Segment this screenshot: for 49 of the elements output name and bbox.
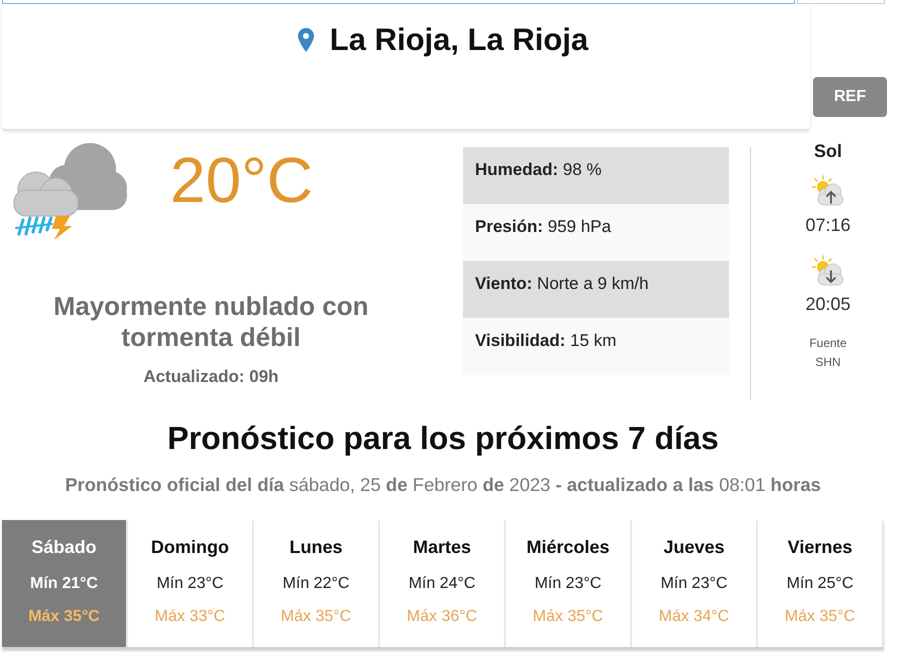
min-temperature: Mín 21°C [30,574,98,594]
day-tab[interactable]: Miércoles Mín 23°C Máx 35°C [506,520,632,647]
min-temperature: Mín 23°C [156,574,224,594]
day-name: Lunes [289,536,342,558]
day-tab[interactable]: Jueves Mín 23°C Máx 34°C [632,520,758,647]
max-temperature: Máx 35°C [532,607,604,627]
updated-text: Actualizado: 09h [143,367,279,387]
max-temperature: Máx 33°C [154,607,226,627]
source-label: Fuente [809,335,847,352]
condition-text: Mayormente nublado con tormenta débil [52,291,370,353]
location-title: La Rioja, La Rioja [330,21,588,59]
max-temperature: Máx 35°C [784,607,856,627]
day-tab[interactable]: Domingo Mín 23°C Máx 33°C [128,520,254,647]
search-field[interactable] [2,0,795,4]
day-name: Miércoles [526,536,610,558]
day-tab[interactable]: Lunes Mín 22°C Máx 35°C [254,520,380,647]
location-pin-icon [298,28,314,52]
max-temperature: Máx 35°C [28,607,100,627]
day-name: Domingo [151,536,229,558]
day-name: Viernes [788,536,852,558]
search-button[interactable] [797,0,885,4]
forecast-subtitle: Pronóstico oficial del día sábado, 25 de Febrero de 2023 - actualizado a las 08:01 horas [64,474,822,496]
day-tab[interactable]: Martes Mín 24°C Máx 36°C [380,520,506,647]
day-name: Martes [412,536,472,558]
sunrise-time: 07:16 [805,214,851,236]
day-tab[interactable]: Sábado Mín 21°C Máx 35°C [2,520,128,647]
sunrise-icon [812,175,844,207]
temperature: 20°C [170,148,313,212]
day-name: Sábado [31,536,96,558]
source-name: SHN [815,354,841,371]
ref-button[interactable]: REF [813,77,887,117]
detail-text: Humedad: 98 % [475,160,602,180]
min-temperature: Mín 23°C [660,574,728,594]
detail-text: Viento: Norte a 9 km/h [475,274,649,294]
min-temperature: Mín 23°C [534,574,602,594]
max-temperature: Máx 34°C [658,607,730,627]
detail-text: Presión: 959 hPa [475,217,612,237]
day-name: Jueves [663,536,725,558]
max-temperature: Máx 35°C [280,607,352,627]
detail-text: Visibilidad: 15 km [475,331,616,351]
sunset-icon [812,255,844,287]
min-temperature: Mín 22°C [282,574,350,594]
sunset-time: 20:05 [805,293,851,315]
sun-title: Sol [814,140,842,162]
max-temperature: Máx 36°C [406,607,478,627]
min-temperature: Mín 24°C [408,574,476,594]
min-temperature: Mín 25°C [786,574,854,594]
day-tab[interactable]: Viernes Mín 25°C Máx 35°C [758,520,884,647]
forecast-title: Pronóstico para los próximos 7 días [166,419,720,457]
